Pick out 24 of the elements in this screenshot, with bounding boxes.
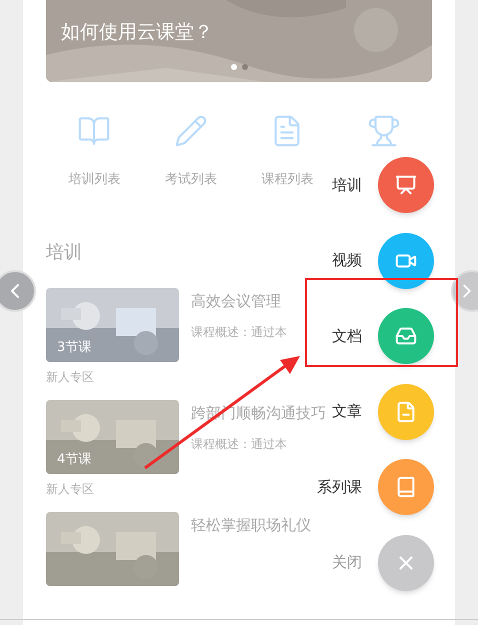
course-title[interactable]: 高效会议管理	[191, 290, 287, 312]
tray-icon	[395, 325, 417, 347]
fab-label[interactable]: 文章	[332, 400, 362, 423]
shortcut-label[interactable]: 考试列表	[164, 170, 217, 190]
course-tag: 新人专区	[46, 368, 94, 386]
shortcut-label[interactable]: 培训列表	[68, 170, 120, 190]
course-title[interactable]: 轻松掌握职场礼仪	[191, 514, 311, 536]
trophy-icon[interactable]	[366, 114, 401, 148]
section-title: 培训	[46, 241, 82, 265]
shortcut-label[interactable]: 课程列表	[261, 170, 314, 190]
lesson-count: 4节课	[57, 450, 92, 468]
fab-label[interactable]: 培训	[332, 174, 362, 196]
course-description: 课程概述：通过本	[191, 436, 288, 452]
fab-label[interactable]: 关闭	[332, 551, 362, 574]
fab-label[interactable]: 系列课	[317, 476, 362, 498]
pencil-icon[interactable]	[174, 114, 208, 148]
banner-title: 如何使用云课堂？	[61, 20, 213, 45]
document-icon	[395, 400, 417, 422]
book-icon	[395, 476, 417, 498]
lesson-count: 3节课	[57, 338, 92, 356]
course-tag: 新人专区	[46, 480, 94, 498]
course-description: 课程概述：通过本	[191, 324, 287, 340]
fab-label[interactable]: 文档	[332, 324, 362, 348]
fab-label[interactable]: 视频	[332, 249, 362, 272]
